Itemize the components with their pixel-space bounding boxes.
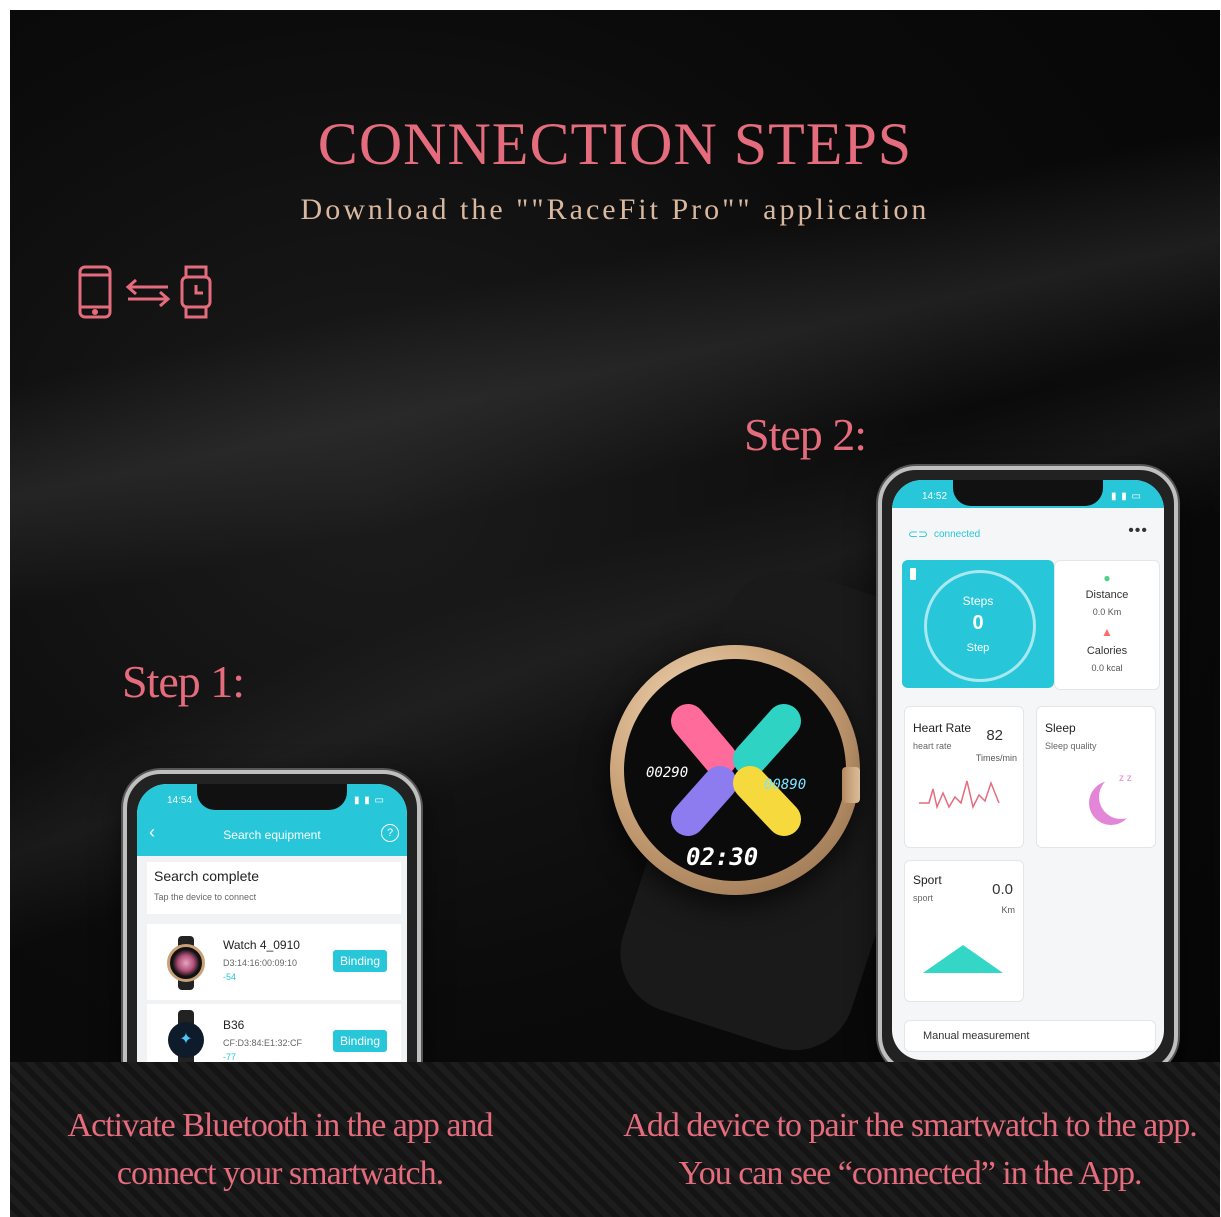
page-subtitle: Download the ""RaceFit Pro"" application [300,193,930,226]
link-icon: ⊂⊃ [908,527,929,541]
sport-title: Sport [913,873,942,887]
heart-value: 82 [986,727,1003,744]
smartwatch: 00290 00890 02:30 [610,645,860,895]
steps-card[interactable]: Steps 0 Step [902,560,1054,688]
calories-label: Calories [1086,645,1128,657]
watch-thumbnail [165,936,207,990]
status-time: 14:54 [167,795,193,806]
steps-label: Steps [962,594,994,608]
status-icons: ▮ ▮ ▭ [1110,491,1142,502]
sport-sub: sport [913,893,934,903]
device-rssi: -54 [223,972,237,982]
watch-icon [180,265,212,319]
more-icon[interactable]: ••• [1128,522,1148,540]
flame-icon: ▲ [1101,625,1113,639]
watch-crown [842,767,860,803]
search-title: Search complete [154,868,260,884]
binding-button[interactable]: Binding [333,1030,388,1052]
watch-time: 02:30 [686,843,758,871]
sport-mountain-graphic [923,945,1003,973]
sleep-card[interactable]: Sleep Sleep quality z z [1036,706,1156,848]
sport-value: 0.0 [992,881,1013,898]
distance-calories-card[interactable]: ● Distance 0.0 Km ▲ Calories 0.0 kcal [1054,560,1160,690]
step1-caption-line2: connect your smartwatch. [116,1155,444,1192]
sleep-title: Sleep [1045,721,1076,735]
search-hint: Tap the device to connect [154,892,257,902]
watch-face: 00290 00890 02:30 [624,659,846,881]
device-mac: D3:14:16:00:09:10 [223,958,298,968]
phone-dashboard-screen: 14:52 ▮ ▮ ▭ ⊂⊃ connected ••• Steps 0 Ste… [878,466,1178,1074]
sport-unit: Km [1001,905,1016,915]
device-name: Watch 4_0910 [223,938,300,952]
watch-distance: 00890 [764,777,806,793]
status-icons: ▮ ▮ ▭ [353,795,385,806]
manual-measurement-button[interactable]: Manual measurement [904,1020,1156,1052]
device-rssi: -77 [223,1052,237,1062]
heart-sub: heart rate [913,741,952,751]
location-icon: ● [1103,571,1111,585]
step1-caption: Activate Bluetooth in the app and connec… [40,1102,520,1198]
nav-title: Search equipment [223,828,321,842]
page-title: CONNECTION STEPS [317,111,913,177]
phone-icon [78,265,112,319]
device-name: B36 [223,1018,245,1032]
heart-wave-graphic [919,780,1000,810]
sleep-sub: Sleep quality [1045,741,1097,751]
zzz-icon: z z [1119,773,1132,784]
step2-caption: Add device to pair the smartwatch to the… [610,1102,1210,1198]
connection-icons [76,265,216,321]
device-mac: CF:D3:84:E1:32:CF [223,1038,303,1048]
step2-caption-line1: Add device to pair the smartwatch to the… [623,1107,1197,1144]
binding-button[interactable]: Binding [333,950,388,972]
watch-steps: 00290 [646,765,688,781]
help-icon[interactable]: ? [381,824,399,842]
connection-status: connected [934,529,981,540]
step1-label: Step 1: [122,656,245,707]
heart-unit: Times/min [975,753,1017,763]
step1-caption-line1: Activate Bluetooth in the app and [67,1107,494,1144]
manual-label: Manual measurement [923,1030,1030,1042]
heart-title: Heart Rate [913,721,972,735]
step2-caption-line2: You can see “connected” in the App. [678,1155,1143,1192]
steps-value: 0 [972,612,984,634]
watch-thumbnail: ✦ [165,1010,207,1070]
product-banner: CONNECTION STEPS Download the ""RaceFit … [10,10,1220,1217]
device-row[interactable]: Watch 4_0910 D3:14:16:00:09:10 -54 Bindi… [147,924,401,1000]
sport-card[interactable]: Sport sport 0.0 Km [904,860,1024,1002]
status-time: 14:52 [922,491,948,502]
calories-value: 0.0 kcal [1091,663,1123,673]
battery-icon [910,568,916,580]
heart-rate-card[interactable]: Heart Rate heart rate 82 Times/min [904,706,1024,848]
steps-unit: Step [966,642,990,654]
distance-label: Distance [1085,589,1129,601]
search-status-card: Search complete Tap the device to connec… [147,862,401,914]
sync-arrows-icon [125,278,171,308]
step2-label: Step 2: [744,409,867,460]
distance-value: 0.0 Km [1092,607,1122,617]
